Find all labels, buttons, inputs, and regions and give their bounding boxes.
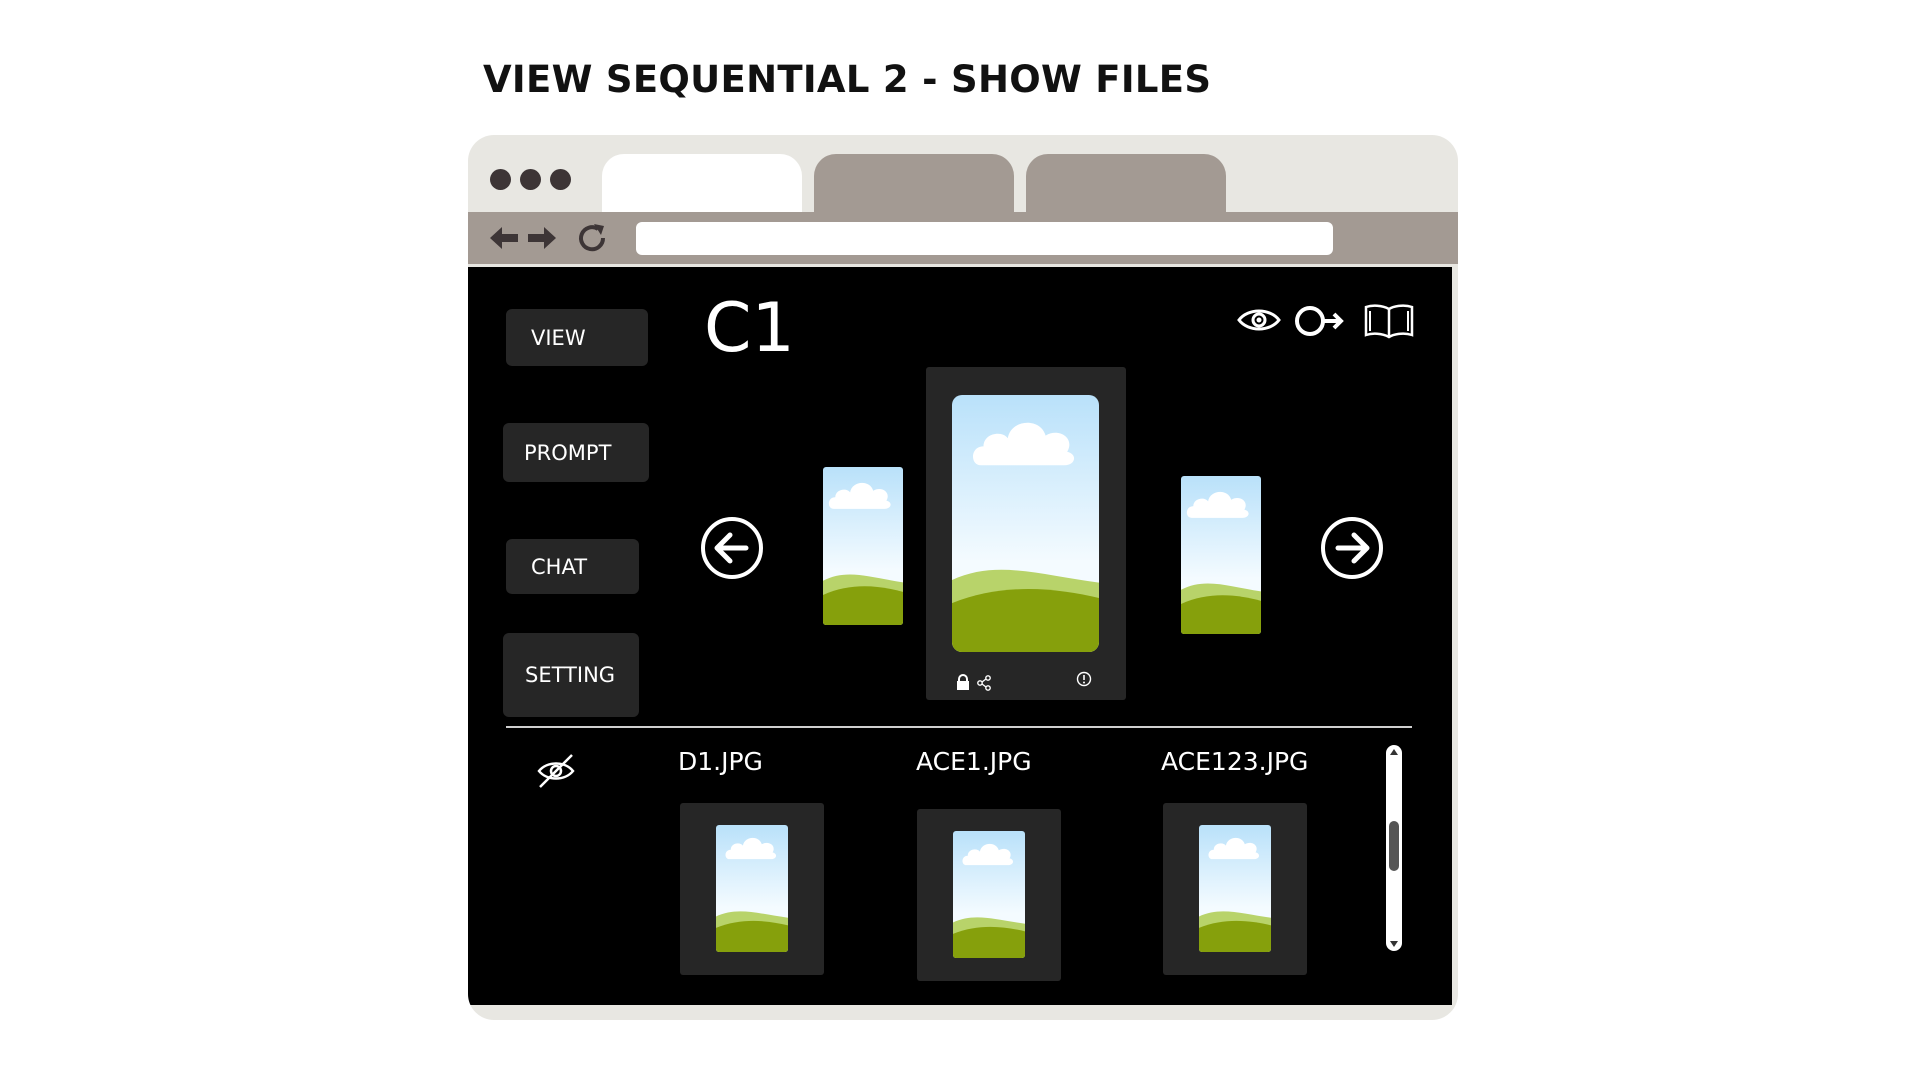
- view-button[interactable]: VIEW: [506, 309, 648, 366]
- prompt-button-label: PROMPT: [524, 440, 612, 465]
- browser-tab[interactable]: [1026, 154, 1226, 212]
- chat-button-label: CHAT: [531, 554, 588, 579]
- scroll-up-icon[interactable]: [1390, 749, 1398, 755]
- setting-button[interactable]: SETTING: [503, 633, 639, 717]
- setting-button-label: SETTING: [525, 663, 616, 687]
- file-card[interactable]: [1163, 803, 1307, 975]
- chat-button[interactable]: CHAT: [506, 539, 639, 594]
- browser-window: VIEW PROMPT CHAT SETTING C1 D1.JPG ACE1.…: [468, 135, 1458, 1020]
- forward-arrow-icon[interactable]: [526, 222, 558, 254]
- page-title: C1: [704, 289, 795, 368]
- previous-image-thumbnail[interactable]: [823, 467, 903, 625]
- reload-icon[interactable]: [576, 222, 608, 254]
- file-name-label: ACE1.JPG: [916, 747, 1032, 776]
- open-book-icon[interactable]: [1362, 301, 1416, 341]
- browser-tab-active[interactable]: [602, 154, 802, 212]
- divider: [506, 726, 1412, 728]
- file-name-label: ACE123.JPG: [1161, 747, 1309, 776]
- address-bar[interactable]: [636, 222, 1333, 255]
- main-image[interactable]: [952, 395, 1099, 652]
- login-key-icon[interactable]: [1294, 303, 1346, 339]
- previous-arrow-button[interactable]: [700, 516, 764, 580]
- window-dot[interactable]: [550, 169, 571, 190]
- back-arrow-icon[interactable]: [488, 222, 520, 254]
- eye-slash-icon[interactable]: [536, 751, 576, 791]
- file-card[interactable]: [917, 809, 1061, 981]
- browser-toolbar: [468, 212, 1458, 264]
- lock-icon[interactable]: [956, 674, 970, 690]
- window-dot[interactable]: [490, 169, 511, 190]
- scroll-thumb[interactable]: [1389, 821, 1399, 871]
- file-name-label: D1.JPG: [678, 747, 763, 776]
- scroll-down-icon[interactable]: [1390, 941, 1398, 947]
- prompt-button[interactable]: PROMPT: [503, 423, 649, 482]
- info-icon[interactable]: [1076, 671, 1092, 687]
- browser-tab[interactable]: [814, 154, 1014, 212]
- file-thumbnail: [716, 825, 788, 952]
- page-heading: VIEW SEQUENTIAL 2 - SHOW FILES: [483, 58, 1212, 101]
- main-image-viewer: [926, 367, 1126, 700]
- file-thumbnail: [953, 831, 1025, 958]
- app-content: VIEW PROMPT CHAT SETTING C1 D1.JPG ACE1.…: [468, 267, 1452, 1005]
- window-dot[interactable]: [520, 169, 541, 190]
- window-controls: [490, 169, 571, 190]
- view-button-label: VIEW: [531, 325, 586, 350]
- share-icon[interactable]: [976, 675, 992, 691]
- file-card[interactable]: [680, 803, 824, 975]
- file-thumbnail: [1199, 825, 1271, 952]
- next-arrow-button[interactable]: [1320, 516, 1384, 580]
- next-image-thumbnail[interactable]: [1181, 476, 1261, 634]
- eye-icon[interactable]: [1236, 305, 1282, 335]
- file-list-scrollbar[interactable]: [1386, 745, 1402, 951]
